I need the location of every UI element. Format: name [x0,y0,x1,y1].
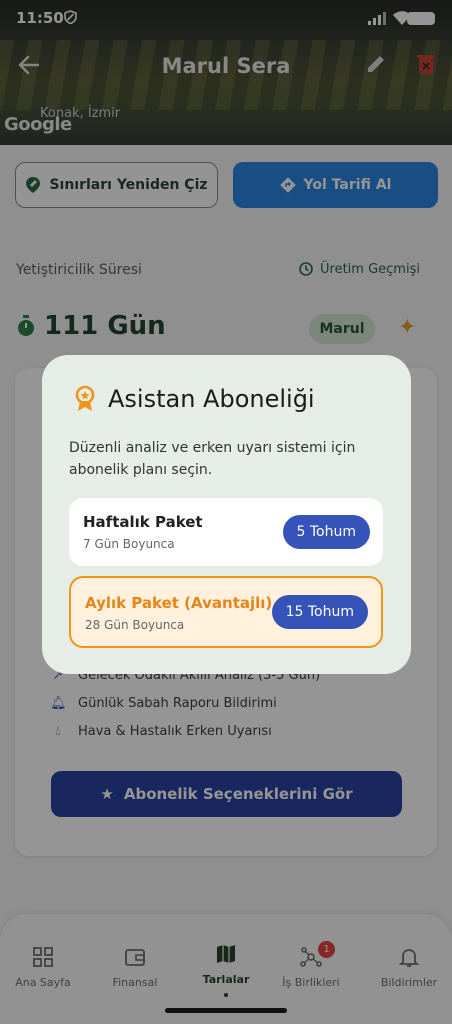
monthly-plan-option[interactable]: Aylık Paket (Avantajlı) 28 Gün Boyunca 1… [69,576,383,648]
dialog-title: Asistan Aboneliği [74,385,315,413]
award-badge-icon [75,385,95,411]
dialog-description: Düzenli analiz ve erken uyarı sistemi iç… [69,440,356,478]
plan-duration: 28 Gün Boyunca [85,618,185,632]
plan-duration: 7 Gün Boyunca [83,537,175,551]
plan-price-button[interactable]: 15 Tohum [271,595,368,629]
weekly-plan-option[interactable]: Haftalık Paket 7 Gün Boyunca 5 Tohum [69,498,383,566]
home-indicator[interactable] [165,1008,287,1013]
plan-name: Haftalık Paket [83,513,203,531]
plan-name: Aylık Paket (Avantajlı) [85,594,273,612]
subscription-dialog: Asistan Aboneliği Düzenli analiz ve erke… [42,355,411,674]
plan-price-button[interactable]: 5 Tohum [282,515,370,549]
